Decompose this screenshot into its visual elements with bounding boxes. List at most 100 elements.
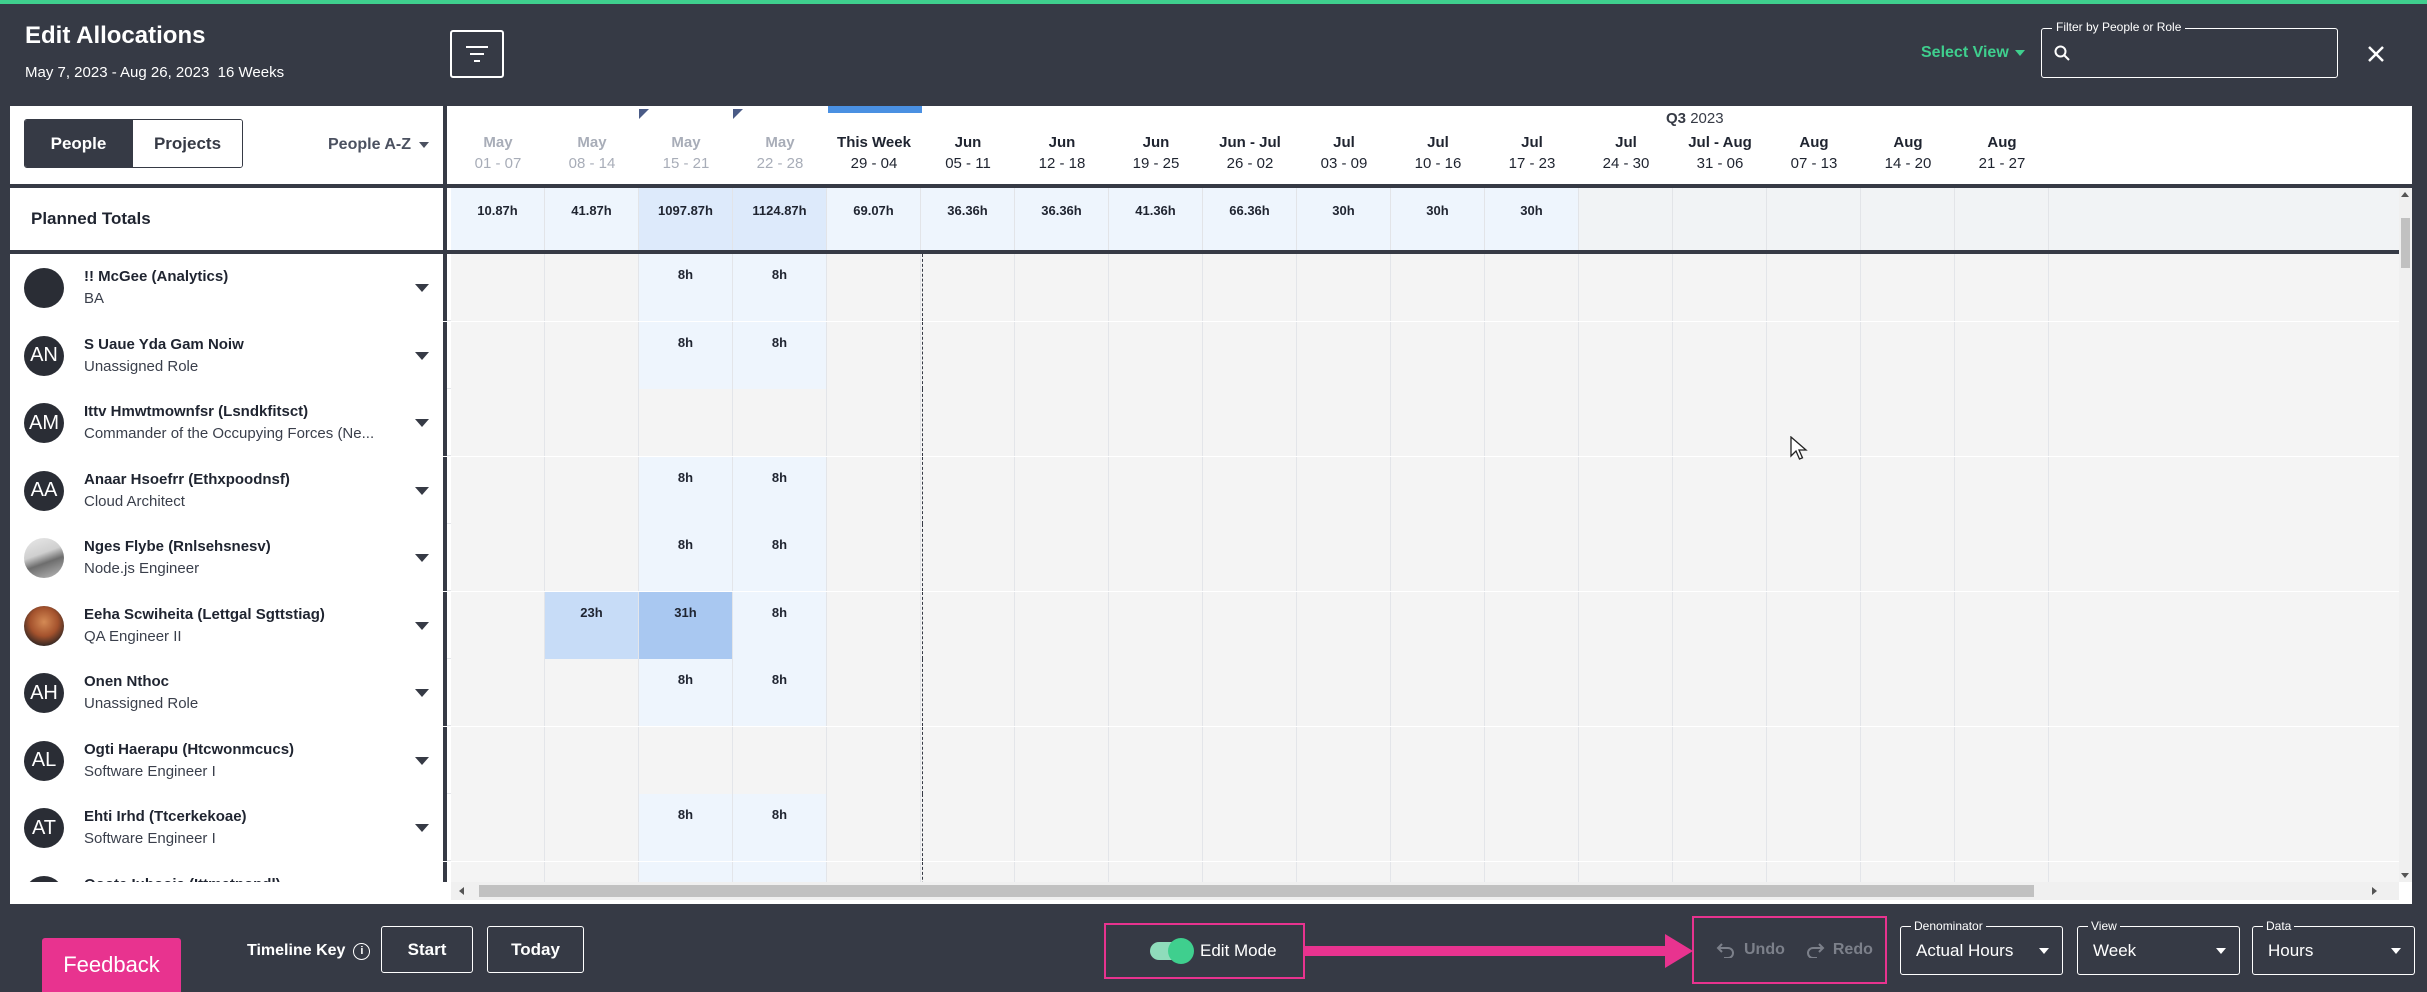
allocation-cell[interactable]: [1767, 254, 1861, 321]
allocation-cell[interactable]: [921, 861, 1015, 882]
allocation-cell[interactable]: [1861, 389, 1955, 456]
allocation-cell[interactable]: [1109, 321, 1203, 389]
allocation-cell[interactable]: [827, 456, 921, 524]
expand-row-icon[interactable]: [415, 351, 429, 360]
allocation-cell[interactable]: [921, 659, 1015, 726]
allocation-cell[interactable]: [1203, 726, 1297, 794]
allocation-cell[interactable]: [1861, 659, 1955, 726]
allocation-cell[interactable]: [1861, 726, 1955, 794]
scroll-left-icon[interactable]: [459, 887, 464, 895]
allocation-cell[interactable]: [639, 861, 733, 882]
allocation-cell[interactable]: [1015, 389, 1109, 456]
person-info[interactable]: AM Ittv Hmwtmownfsr (Lsndkfitsct) Commande…: [10, 389, 447, 456]
allocation-cell[interactable]: [1955, 254, 2049, 321]
scroll-right-icon[interactable]: [2372, 887, 2377, 895]
allocation-cell[interactable]: 8h: [733, 254, 827, 321]
person-info[interactable]: Eeha Scwiheita (Lettgal Sgttstiag) QA Eng…: [10, 591, 447, 659]
allocation-cell[interactable]: [1203, 254, 1297, 321]
projects-tab[interactable]: Projects: [132, 120, 242, 167]
allocation-cell[interactable]: [1109, 254, 1203, 321]
expand-row-icon[interactable]: [415, 284, 429, 292]
allocation-cell[interactable]: [451, 254, 545, 321]
allocation-cell[interactable]: 8h: [639, 524, 733, 591]
allocation-cell[interactable]: [1485, 524, 1579, 591]
allocation-cell[interactable]: [1579, 456, 1673, 524]
allocation-cell[interactable]: [545, 524, 639, 591]
allocation-cell[interactable]: [545, 254, 639, 321]
allocation-cell[interactable]: [827, 591, 921, 659]
allocation-cell[interactable]: [1673, 659, 1767, 726]
person-info[interactable]: AH Onen Nthoc Unassigned Role: [10, 659, 447, 726]
allocation-cell[interactable]: [827, 861, 921, 882]
allocation-cell[interactable]: [827, 726, 921, 794]
allocation-cell[interactable]: [1391, 726, 1485, 794]
allocation-cell[interactable]: [733, 389, 827, 456]
allocation-cell[interactable]: [1485, 794, 1579, 861]
filter-people-role-field[interactable]: Filter by People or Role: [2041, 20, 2338, 78]
allocation-cell[interactable]: [1861, 794, 1955, 861]
allocation-cell[interactable]: [1579, 591, 1673, 659]
allocation-cell[interactable]: [1109, 861, 1203, 882]
allocation-cell[interactable]: [451, 659, 545, 726]
edit-mode-toggle[interactable]: [1150, 938, 1194, 964]
allocation-cell[interactable]: [921, 389, 1015, 456]
people-tab[interactable]: People: [25, 120, 132, 167]
allocation-cell[interactable]: [1767, 456, 1861, 524]
allocation-cell[interactable]: [451, 591, 545, 659]
scroll-down-icon[interactable]: [2401, 873, 2409, 878]
expand-row-icon[interactable]: [415, 689, 429, 697]
allocation-cell[interactable]: [1485, 254, 1579, 321]
allocation-cell[interactable]: [1861, 456, 1955, 524]
close-button[interactable]: [2362, 40, 2390, 68]
allocation-cell[interactable]: 8h: [733, 456, 827, 524]
allocation-cell[interactable]: [545, 861, 639, 882]
allocation-cell[interactable]: [545, 456, 639, 524]
allocation-cell[interactable]: [827, 659, 921, 726]
allocation-cell[interactable]: [545, 389, 639, 456]
allocation-cell[interactable]: [1861, 591, 1955, 659]
allocation-cell[interactable]: [1109, 456, 1203, 524]
allocation-cell[interactable]: [827, 389, 921, 456]
allocation-cell[interactable]: [1955, 524, 2049, 591]
allocation-cell[interactable]: 8h: [639, 254, 733, 321]
timeline-key[interactable]: Timeline Key i: [247, 942, 371, 960]
allocation-cell[interactable]: [1015, 659, 1109, 726]
expand-row-icon[interactable]: [415, 824, 429, 832]
allocation-cell[interactable]: [639, 389, 733, 456]
allocation-cell[interactable]: [921, 524, 1015, 591]
allocation-cell[interactable]: 23h: [545, 591, 639, 659]
allocation-cell[interactable]: 8h: [639, 794, 733, 861]
allocation-cell[interactable]: [1673, 726, 1767, 794]
allocation-cell[interactable]: [1391, 861, 1485, 882]
allocation-cell[interactable]: [1767, 524, 1861, 591]
allocation-cell[interactable]: [1579, 321, 1673, 389]
allocation-cell[interactable]: [1955, 726, 2049, 794]
expand-row-icon[interactable]: [415, 621, 429, 630]
allocation-cell[interactable]: [1485, 591, 1579, 659]
allocation-cell[interactable]: [1955, 861, 2049, 882]
allocation-cell[interactable]: [1203, 591, 1297, 659]
person-info[interactable]: AL Ogti Haerapu (Htcwonmcucs) Software Eng…: [10, 726, 447, 794]
allocation-cell[interactable]: [1109, 726, 1203, 794]
allocation-cell[interactable]: [1297, 794, 1391, 861]
allocation-cell[interactable]: [1297, 861, 1391, 882]
allocation-cell[interactable]: [921, 726, 1015, 794]
allocation-cell[interactable]: [545, 321, 639, 389]
allocation-cell[interactable]: [1579, 389, 1673, 456]
person-info[interactable]: AA Anaar Hsoefrr (Ethxpoodnsf) Cloud Archi…: [10, 456, 447, 524]
allocation-cell[interactable]: [1673, 591, 1767, 659]
allocation-cell[interactable]: [1767, 861, 1861, 882]
allocation-cell[interactable]: [1485, 726, 1579, 794]
allocation-cell[interactable]: [1579, 524, 1673, 591]
person-info[interactable]: AT Ehti Irhd (Ttcerkekoae) Software Engine…: [10, 794, 447, 861]
allocation-cell[interactable]: [1673, 321, 1767, 389]
expand-row-icon[interactable]: [415, 554, 429, 562]
allocation-cell[interactable]: [545, 794, 639, 861]
undo-button[interactable]: Undo: [1716, 941, 1785, 959]
allocation-cell[interactable]: [1203, 861, 1297, 882]
allocation-cell[interactable]: 8h: [639, 321, 733, 389]
denominator-select[interactable]: Denominator Actual Hours: [1900, 919, 2063, 975]
allocation-cell[interactable]: [921, 321, 1015, 389]
allocation-cell[interactable]: [1015, 794, 1109, 861]
allocation-cell[interactable]: [827, 524, 921, 591]
